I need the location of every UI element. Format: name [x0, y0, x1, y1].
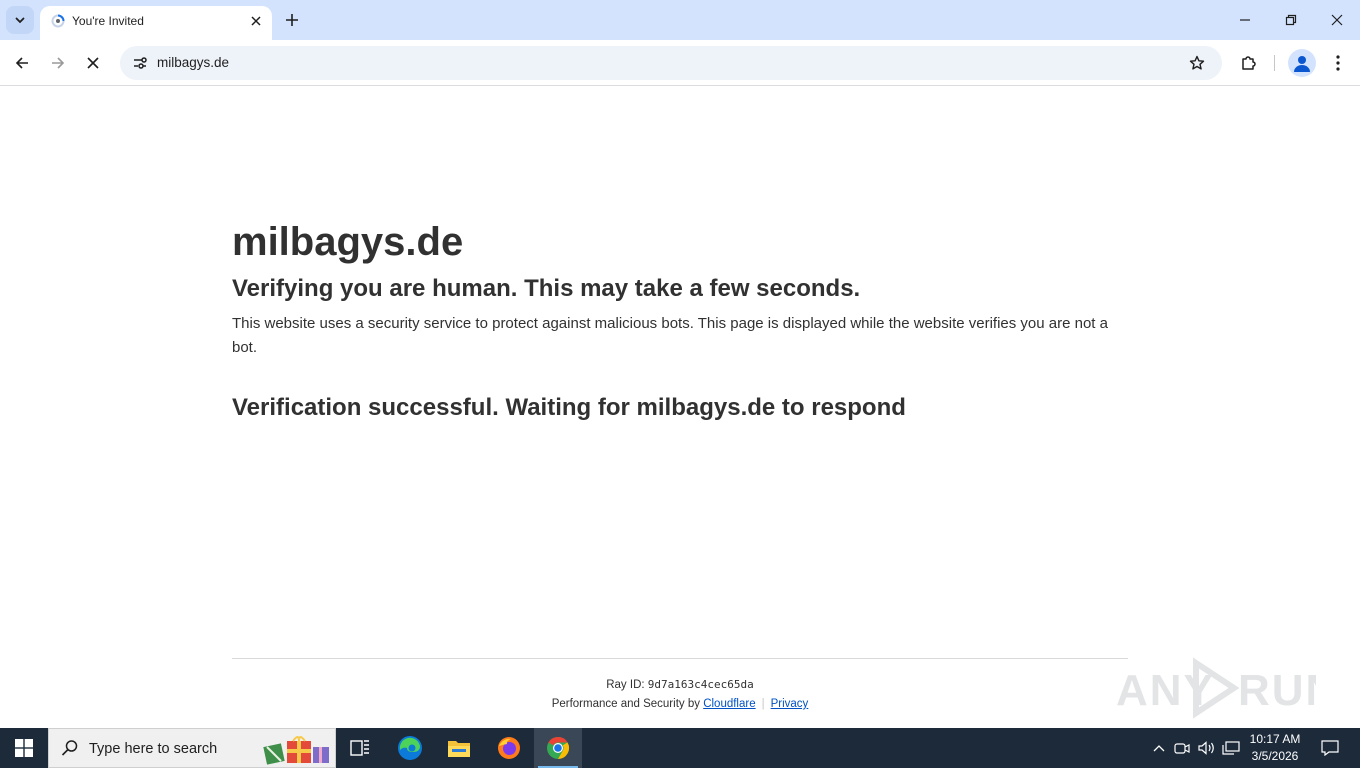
- chrome-taskbar-button[interactable]: [534, 728, 582, 768]
- more-vertical-icon: [1336, 55, 1340, 71]
- clock-time: 10:17 AM: [1249, 732, 1301, 746]
- chevron-down-icon: [15, 17, 25, 24]
- minimize-icon: [1240, 19, 1250, 21]
- chrome-icon: [547, 737, 570, 759]
- window-close-button[interactable]: [1314, 0, 1360, 40]
- system-clock[interactable]: 10:17 AM 3/5/2026: [1240, 731, 1310, 765]
- edge-icon: [398, 736, 422, 760]
- taskbar-search-box[interactable]: Type here to search: [48, 728, 336, 768]
- site-title: milbagys.de: [232, 220, 464, 264]
- close-icon: [1331, 14, 1343, 26]
- clock-date: 3/5/2026: [1251, 749, 1299, 763]
- footer-divider: [232, 658, 1128, 659]
- browser-toolbar: milbagys.de: [0, 40, 1360, 86]
- arrow-left-icon: [15, 57, 28, 69]
- puzzle-icon: [1242, 56, 1256, 70]
- close-icon: [251, 16, 261, 26]
- volume-button[interactable]: [1196, 728, 1218, 768]
- tab-search-button[interactable]: [6, 6, 34, 34]
- search-icon: [61, 740, 78, 756]
- network-button[interactable]: [1220, 728, 1242, 768]
- task-view-icon: [350, 740, 369, 756]
- network-icon: [1222, 741, 1240, 755]
- arrow-right-icon: [52, 57, 65, 69]
- file-explorer-icon: [448, 741, 470, 757]
- tab-close-button[interactable]: [246, 11, 266, 31]
- verification-description: This website uses a security service to …: [232, 315, 1108, 356]
- ray-id-line: Ray ID: 9d7a163c4cec65da: [232, 676, 1128, 694]
- back-button[interactable]: [7, 48, 37, 78]
- verification-heading: Verifying you are human. This may take a…: [232, 275, 861, 302]
- start-button[interactable]: [0, 728, 48, 768]
- new-tab-button[interactable]: [280, 8, 304, 32]
- ray-id-value: 9d7a163c4cec65da: [647, 678, 754, 691]
- toolbar-divider: [1274, 55, 1275, 71]
- minimize-button[interactable]: [1222, 0, 1268, 40]
- restore-button[interactable]: [1268, 0, 1314, 40]
- gift-boxes-icon: [263, 736, 329, 765]
- windows-taskbar: Type here to search 10:17 AM 3/5/2026: [0, 728, 1360, 768]
- close-icon: [87, 57, 99, 69]
- verification-status: Verification successful. Waiting for mil…: [232, 394, 906, 421]
- firefox-taskbar-button[interactable]: [485, 728, 533, 768]
- menu-button[interactable]: [1323, 48, 1353, 78]
- ray-id-label: Ray ID:: [606, 679, 648, 691]
- camera-icon: [1174, 743, 1190, 754]
- edge-taskbar-button[interactable]: [386, 728, 434, 768]
- footer-separator: |: [761, 698, 765, 710]
- tune-icon: [134, 57, 147, 69]
- url-text[interactable]: milbagys.de: [157, 55, 229, 70]
- stop-loading-button[interactable]: [78, 48, 108, 78]
- notifications-button[interactable]: [1312, 728, 1348, 768]
- forward-button[interactable]: [43, 48, 73, 78]
- file-explorer-taskbar-button[interactable]: [435, 728, 483, 768]
- firefox-icon: [498, 737, 520, 759]
- tab-title: You're Invited: [72, 14, 144, 28]
- bookmark-button[interactable]: [1184, 50, 1210, 76]
- loading-spinner-icon: [51, 14, 65, 28]
- speaker-icon: [1198, 741, 1214, 755]
- task-view-button[interactable]: [336, 728, 384, 768]
- anyrun-watermark: ANY RUN: [1116, 657, 1316, 719]
- plus-icon: [286, 14, 298, 26]
- avatar-icon: [1294, 56, 1310, 72]
- browser-title-bar: You're Invited: [0, 0, 1360, 40]
- windows-logo-icon: [15, 739, 33, 757]
- cloudflare-link[interactable]: Cloudflare: [703, 698, 755, 710]
- star-icon: [1189, 55, 1205, 70]
- search-placeholder: Type here to search: [89, 741, 218, 757]
- profile-button[interactable]: [1288, 49, 1316, 77]
- challenge-content: milbagys.de Verifying you are human. Thi…: [232, 218, 1128, 423]
- extensions-button[interactable]: [1234, 48, 1264, 78]
- restore-icon: [1285, 14, 1297, 26]
- svg-text:RUN: RUN: [1238, 666, 1316, 715]
- performance-line: Performance and Security by Cloudflare | P…: [232, 695, 1128, 713]
- meet-now-button[interactable]: [1172, 728, 1192, 768]
- site-info-button[interactable]: [126, 49, 154, 77]
- chevron-up-icon: [1153, 745, 1165, 752]
- performance-text: Performance and Security by: [551, 698, 704, 710]
- notification-icon: [1321, 740, 1339, 756]
- address-bar[interactable]: milbagys.de: [120, 46, 1222, 80]
- page-footer: Ray ID: 9d7a163c4cec65da Performance and…: [232, 676, 1128, 713]
- show-hidden-icons-button[interactable]: [1150, 728, 1168, 768]
- privacy-link[interactable]: Privacy: [771, 698, 809, 710]
- active-tab[interactable]: You're Invited: [40, 6, 272, 40]
